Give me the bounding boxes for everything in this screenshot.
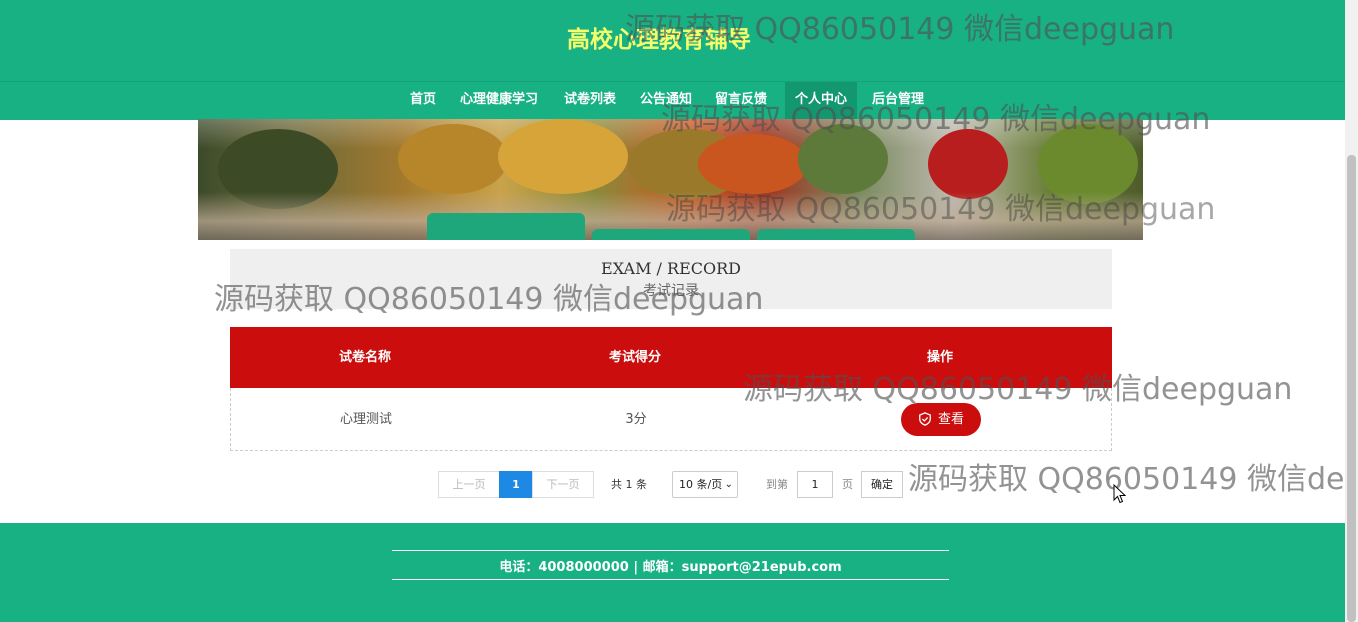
next-page-button[interactable]: 下一页: [532, 471, 594, 498]
page-number-button[interactable]: 1: [499, 471, 533, 498]
nav-item-exam-list[interactable]: 试卷列表: [564, 82, 616, 120]
cell-score: 3分: [625, 412, 647, 427]
nav-item-personal-center[interactable]: 个人中心: [785, 82, 858, 120]
nav-item-admin[interactable]: 后台管理: [872, 82, 924, 120]
page-size-value: 10 条/页: [679, 478, 723, 491]
nav-item-home[interactable]: 首页: [410, 82, 436, 120]
nav-item-announcements[interactable]: 公告通知: [640, 82, 692, 120]
banner-tree: [698, 134, 808, 194]
section-title-cn: 考试记录: [643, 283, 699, 299]
view-button-label: 查看: [937, 412, 964, 427]
column-header-score: 考试得分: [608, 350, 661, 365]
banner-tab: [757, 229, 915, 240]
site-header: 高校心理教育辅导: [0, 0, 1345, 81]
goto-page-input[interactable]: 1: [797, 471, 833, 498]
exam-record-table: 试卷名称 考试得分 操作 心理测试 3分 查看: [230, 327, 1112, 451]
table-header: 试卷名称 考试得分 操作: [230, 327, 1112, 388]
banner-tree: [798, 124, 888, 194]
column-header-action: 操作: [926, 350, 953, 365]
chevron-down-icon: ⌄: [724, 479, 733, 490]
site-title[interactable]: 高校心理教育辅导: [567, 20, 751, 54]
banner-tree: [928, 129, 1008, 199]
banner-tree: [498, 119, 628, 194]
nav-item-feedback[interactable]: 留言反馈: [715, 82, 767, 120]
banner-tab: [592, 229, 750, 240]
view-button[interactable]: 查看: [901, 403, 981, 436]
table-row: 心理测试 3分 查看: [230, 388, 1112, 451]
page-size-select[interactable]: 10 条/页 ⌄: [672, 471, 738, 498]
shield-check-icon: [919, 411, 931, 426]
goto-suffix: 页: [842, 478, 853, 491]
section-title-en: EXAM / RECORD: [601, 259, 741, 278]
footer-divider: [392, 579, 949, 580]
footer-divider: [392, 550, 949, 551]
banner-tree: [398, 124, 508, 194]
main-nav: 首页 心理健康学习 试卷列表 公告通知 留言反馈 个人中心 后台管理: [0, 81, 1345, 120]
footer-contact: 电话：4008000000 | 邮箱：support@21epub.com: [499, 560, 842, 575]
banner-image: [198, 119, 1143, 240]
cell-exam-name: 心理测试: [339, 412, 392, 427]
site-footer: 电话：4008000000 | 邮箱：support@21epub.com: [0, 523, 1345, 622]
goto-prefix: 到第: [766, 478, 788, 491]
total-count: 共 1 条: [611, 478, 647, 491]
section-header: EXAM / RECORD 考试记录: [230, 249, 1112, 309]
banner-tab: [427, 213, 585, 240]
confirm-page-button[interactable]: 确定: [861, 471, 903, 498]
scrollbar-thumb[interactable]: [1347, 155, 1356, 622]
mouse-cursor-icon: [1113, 484, 1127, 504]
nav-item-mental-health-study[interactable]: 心理健康学习: [460, 82, 538, 120]
column-header-exam-name: 试卷名称: [338, 350, 391, 365]
prev-page-button[interactable]: 上一页: [438, 471, 500, 498]
